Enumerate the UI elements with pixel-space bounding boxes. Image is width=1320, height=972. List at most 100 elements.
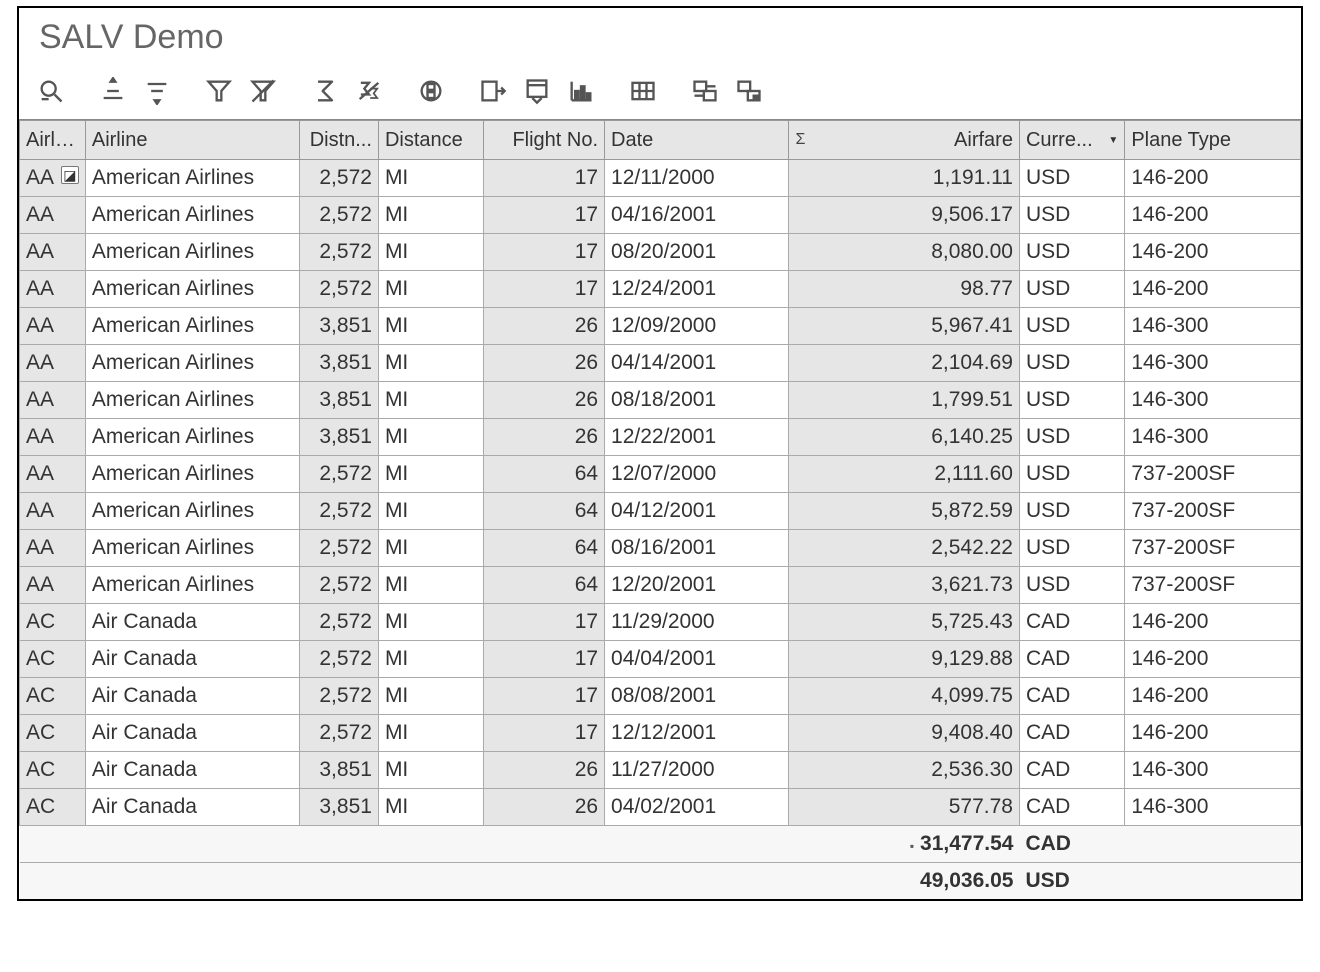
cell-fare[interactable]: 577.78: [789, 789, 1020, 826]
print-icon[interactable]: [409, 71, 453, 111]
cell-fare[interactable]: 5,725.43: [789, 604, 1020, 641]
cell-unit[interactable]: MI: [378, 789, 483, 826]
sort-asc-icon[interactable]: [91, 71, 135, 111]
cell-code[interactable]: AA: [20, 456, 86, 493]
cell-fare[interactable]: 5,967.41: [789, 308, 1020, 345]
cell-curr[interactable]: CAD: [1019, 678, 1124, 715]
cell-date[interactable]: 11/29/2000: [605, 604, 789, 641]
table-row[interactable]: AAAmerican Airlines2,572MI6404/12/20015,…: [20, 493, 1301, 530]
cell-fare[interactable]: 3,621.73: [789, 567, 1020, 604]
cell-dist[interactable]: 2,572: [299, 530, 378, 567]
cell-name[interactable]: American Airlines: [85, 234, 299, 271]
cell-code[interactable]: AA: [20, 234, 86, 271]
cell-plane[interactable]: 146-300: [1125, 789, 1301, 826]
cell-name[interactable]: American Airlines: [85, 345, 299, 382]
cell-unit[interactable]: MI: [378, 419, 483, 456]
table-row[interactable]: AAAmerican Airlines2,572MI1708/20/20018,…: [20, 234, 1301, 271]
cell-dist[interactable]: 3,851: [299, 382, 378, 419]
table-row[interactable]: AAAmerican Airlines2,572MI1704/16/20019,…: [20, 197, 1301, 234]
cell-fare[interactable]: 6,140.25: [789, 419, 1020, 456]
cell-date[interactable]: 08/16/2001: [605, 530, 789, 567]
subtotal-icon[interactable]: [347, 71, 391, 111]
cell-curr[interactable]: USD: [1019, 345, 1124, 382]
table-row[interactable]: AAAmerican Airlines3,851MI2604/14/20012,…: [20, 345, 1301, 382]
cell-date[interactable]: 12/11/2000: [605, 160, 789, 197]
cell-curr[interactable]: USD: [1019, 160, 1124, 197]
cell-fare[interactable]: 9,506.17: [789, 197, 1020, 234]
cell-dist[interactable]: 2,572: [299, 604, 378, 641]
cell-dist[interactable]: 2,572: [299, 678, 378, 715]
cell-date[interactable]: 04/16/2001: [605, 197, 789, 234]
cell-plane[interactable]: 146-300: [1125, 308, 1301, 345]
col-code[interactable]: Airline: [20, 121, 86, 160]
cell-unit[interactable]: MI: [378, 752, 483, 789]
cell-plane[interactable]: 146-300: [1125, 382, 1301, 419]
cell-flight[interactable]: 64: [484, 493, 605, 530]
cell-flight[interactable]: 17: [484, 160, 605, 197]
sort-desc-icon[interactable]: [135, 71, 179, 111]
filter-icon[interactable]: [197, 71, 241, 111]
cell-date[interactable]: 12/12/2001: [605, 715, 789, 752]
cell-plane[interactable]: 146-200: [1125, 160, 1301, 197]
cell-code[interactable]: AC: [20, 641, 86, 678]
cell-plane[interactable]: 146-200: [1125, 604, 1301, 641]
col-date[interactable]: Date: [605, 121, 789, 160]
cell-code[interactable]: AA: [20, 308, 86, 345]
cell-name[interactable]: American Airlines: [85, 271, 299, 308]
table-row[interactable]: ACAir Canada2,572MI1704/04/20019,129.88C…: [20, 641, 1301, 678]
cell-code[interactable]: AC: [20, 715, 86, 752]
cell-date[interactable]: 12/24/2001: [605, 271, 789, 308]
cell-unit[interactable]: MI: [378, 641, 483, 678]
cell-code[interactable]: AA: [20, 271, 86, 308]
table-row[interactable]: ACAir Canada3,851MI2611/27/20002,536.30C…: [20, 752, 1301, 789]
cell-dist[interactable]: 3,851: [299, 345, 378, 382]
table-row[interactable]: ACAir Canada3,851MI2604/02/2001577.78CAD…: [20, 789, 1301, 826]
table-row[interactable]: ACAir Canada2,572MI1711/29/20005,725.43C…: [20, 604, 1301, 641]
cell-plane[interactable]: 737-200SF: [1125, 530, 1301, 567]
table-row[interactable]: AAAmerican Airlines2,572MI6412/07/20002,…: [20, 456, 1301, 493]
cell-fare[interactable]: 5,872.59: [789, 493, 1020, 530]
cell-flight[interactable]: 64: [484, 567, 605, 604]
cell-curr[interactable]: USD: [1019, 419, 1124, 456]
cell-dist[interactable]: 3,851: [299, 419, 378, 456]
cell-dist[interactable]: 3,851: [299, 308, 378, 345]
cell-curr[interactable]: CAD: [1019, 752, 1124, 789]
cell-flight[interactable]: 64: [484, 456, 605, 493]
cell-curr[interactable]: USD: [1019, 493, 1124, 530]
cell-dist[interactable]: 2,572: [299, 234, 378, 271]
table-row[interactable]: AAAmerican Airlines3,851MI2612/22/20016,…: [20, 419, 1301, 456]
cell-unit[interactable]: MI: [378, 604, 483, 641]
cell-dist[interactable]: 2,572: [299, 197, 378, 234]
table-row[interactable]: ACAir Canada2,572MI1708/08/20014,099.75C…: [20, 678, 1301, 715]
cell-fare[interactable]: 98.77: [789, 271, 1020, 308]
cell-flight[interactable]: 17: [484, 678, 605, 715]
cell-flight[interactable]: 17: [484, 641, 605, 678]
table-row[interactable]: AAAmerican Airlines3,851MI2608/18/20011,…: [20, 382, 1301, 419]
filter-off-icon[interactable]: [241, 71, 285, 111]
table-row[interactable]: AAAmerican Airlines2,572MI6408/16/20012,…: [20, 530, 1301, 567]
cell-code[interactable]: AA: [20, 530, 86, 567]
cell-name[interactable]: American Airlines: [85, 382, 299, 419]
cell-plane[interactable]: 737-200SF: [1125, 493, 1301, 530]
cell-unit[interactable]: MI: [378, 567, 483, 604]
cell-code[interactable]: AC: [20, 678, 86, 715]
cell-curr[interactable]: CAD: [1019, 604, 1124, 641]
grid-icon[interactable]: [621, 71, 665, 111]
cell-plane[interactable]: 146-300: [1125, 419, 1301, 456]
cell-unit[interactable]: MI: [378, 530, 483, 567]
cell-code[interactable]: AA: [20, 419, 86, 456]
cell-unit[interactable]: MI: [378, 308, 483, 345]
cell-code[interactable]: AC: [20, 789, 86, 826]
cell-dist[interactable]: 3,851: [299, 789, 378, 826]
cell-code[interactable]: AA: [20, 567, 86, 604]
cell-unit[interactable]: MI: [378, 493, 483, 530]
cell-flight[interactable]: 26: [484, 345, 605, 382]
cell-code[interactable]: AA: [20, 345, 86, 382]
variant-icon[interactable]: [727, 71, 771, 111]
cell-unit[interactable]: MI: [378, 345, 483, 382]
cell-fare[interactable]: 2,542.22: [789, 530, 1020, 567]
dropdown-icon[interactable]: ▼: [1108, 135, 1118, 146]
cell-fare[interactable]: 1,191.11: [789, 160, 1020, 197]
cell-plane[interactable]: 146-200: [1125, 271, 1301, 308]
cell-fare[interactable]: 9,129.88: [789, 641, 1020, 678]
